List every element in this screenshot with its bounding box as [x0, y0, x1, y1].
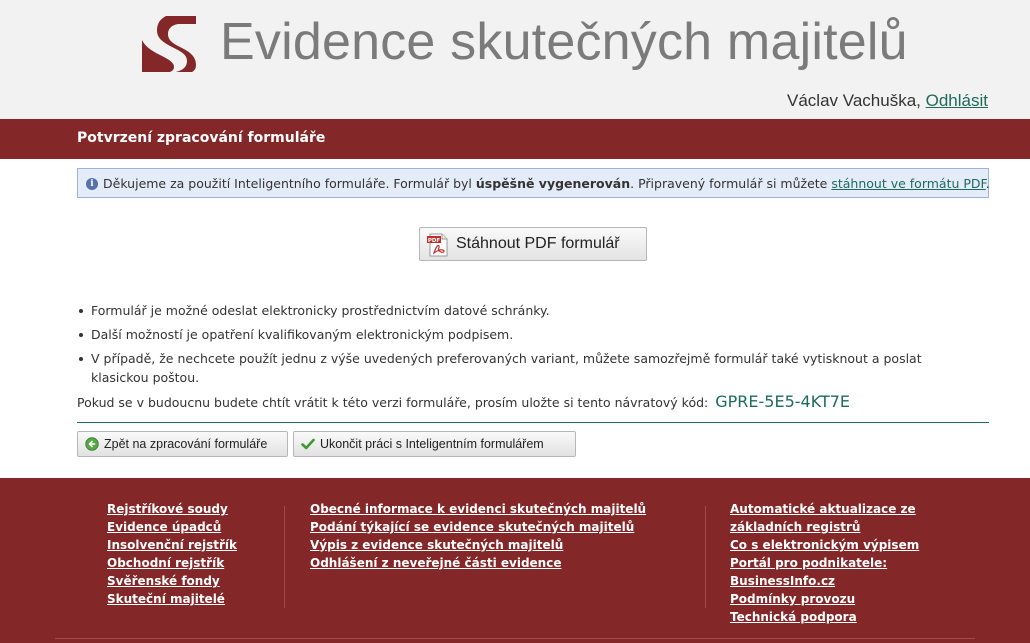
- info-text-3: .: [985, 176, 990, 191]
- return-code-line: Pokud se v budoucnu budete chtít vrátit …: [77, 392, 850, 411]
- footer-link[interactable]: Svěřenské fondy: [107, 574, 220, 588]
- footer-link[interactable]: Technická podpora: [730, 610, 857, 624]
- footer-column-registers: Rejstříkové soudy Evidence úpadců Insolv…: [107, 500, 237, 608]
- footer-link[interactable]: Podání týkající se evidence skutečných m…: [310, 520, 634, 534]
- footer-link[interactable]: Automatické aktualizace ze základních re…: [730, 502, 916, 534]
- footer-link[interactable]: Insolvenční rejstřík: [107, 538, 237, 552]
- footer-column-beneficial-owners: Obecné informace k evidenci skutečných m…: [310, 500, 646, 572]
- download-pdf-link[interactable]: stáhnout ve formátu PDF: [831, 176, 985, 191]
- user-name: Václav Vachuška,: [787, 91, 921, 110]
- back-arrow-icon: [85, 437, 99, 451]
- footer-divider: [284, 506, 285, 608]
- footer-bottom-line: [55, 638, 975, 639]
- footer-link[interactable]: Skuteční majitelé: [107, 592, 225, 606]
- checkmark-icon: [301, 438, 315, 450]
- finish-smart-form-button[interactable]: Ukončit práci s Inteligentním formulářem: [293, 431, 576, 457]
- justice-logo-icon: [142, 16, 196, 72]
- user-info: Václav Vachuška, Odhlásit: [787, 91, 988, 111]
- footer-link[interactable]: Obecné informace k evidenci skutečných m…: [310, 502, 646, 516]
- pdf-icon-label: PDF: [428, 238, 441, 244]
- info-text-1: Děkujeme za použití Inteligentního formu…: [103, 176, 472, 191]
- back-to-form-button[interactable]: Zpět na zpracování formuláře: [77, 431, 288, 457]
- header: Evidence skutečných majitelů Václav Vach…: [0, 0, 1030, 119]
- return-code: GPRE-5E5-4KT7E: [715, 392, 851, 411]
- footer-divider: [705, 506, 706, 608]
- info-icon: i: [86, 178, 98, 190]
- page-title-bar: Potvrzení zpracování formuláře: [0, 119, 1030, 159]
- divider: [77, 422, 989, 423]
- footer-link[interactable]: Odhlášení z neveřejné části evidence: [310, 556, 561, 570]
- list-item: Formulář je možné odeslat elektronicky p…: [77, 301, 977, 320]
- info-message: i Děkujeme za použití Inteligentního for…: [77, 168, 990, 198]
- footer-link[interactable]: Podmínky provozu: [730, 592, 855, 606]
- pdf-icon: PDF: [427, 233, 448, 257]
- footer-link[interactable]: Obchodní rejstřík: [107, 556, 224, 570]
- list-item: Další možností je opatření kvalifikovaný…: [77, 325, 977, 344]
- back-to-form-label: Zpět na zpracování formuláře: [104, 437, 268, 451]
- footer-link[interactable]: Portál pro podnikatele: BusinessInfo.cz: [730, 556, 887, 588]
- logout-link[interactable]: Odhlásit: [926, 91, 988, 110]
- page-title: Potvrzení zpracování formuláře: [77, 130, 326, 146]
- list-item: V případě, že nechcete použít jednu z vý…: [77, 349, 977, 387]
- info-text-bold: úspěšně vygenerován: [475, 176, 631, 191]
- footer: Rejstříkové soudy Evidence úpadců Insolv…: [0, 478, 1030, 643]
- info-bullet-list: Formulář je možné odeslat elektronicky p…: [77, 301, 977, 392]
- footer-link[interactable]: Rejstříkové soudy: [107, 502, 228, 516]
- download-pdf-label: Stáhnout PDF formulář: [456, 235, 620, 252]
- info-text-2: . Připravený formulář si můžete: [630, 176, 828, 191]
- footer-link[interactable]: Co s elektronickým výpisem: [730, 538, 919, 552]
- footer-column-services: Automatické aktualizace ze základních re…: [730, 500, 970, 626]
- footer-link[interactable]: Výpis z evidence skutečných majitelů: [310, 538, 563, 552]
- finish-smart-form-label: Ukončit práci s Inteligentním formulářem: [320, 437, 544, 451]
- download-pdf-button[interactable]: PDF Stáhnout PDF formulář: [419, 227, 647, 261]
- return-code-text: Pokud se v budoucnu budete chtít vrátit …: [77, 395, 709, 410]
- footer-link[interactable]: Evidence úpadců: [107, 520, 221, 534]
- site-title: Evidence skutečných majitelů: [220, 13, 908, 71]
